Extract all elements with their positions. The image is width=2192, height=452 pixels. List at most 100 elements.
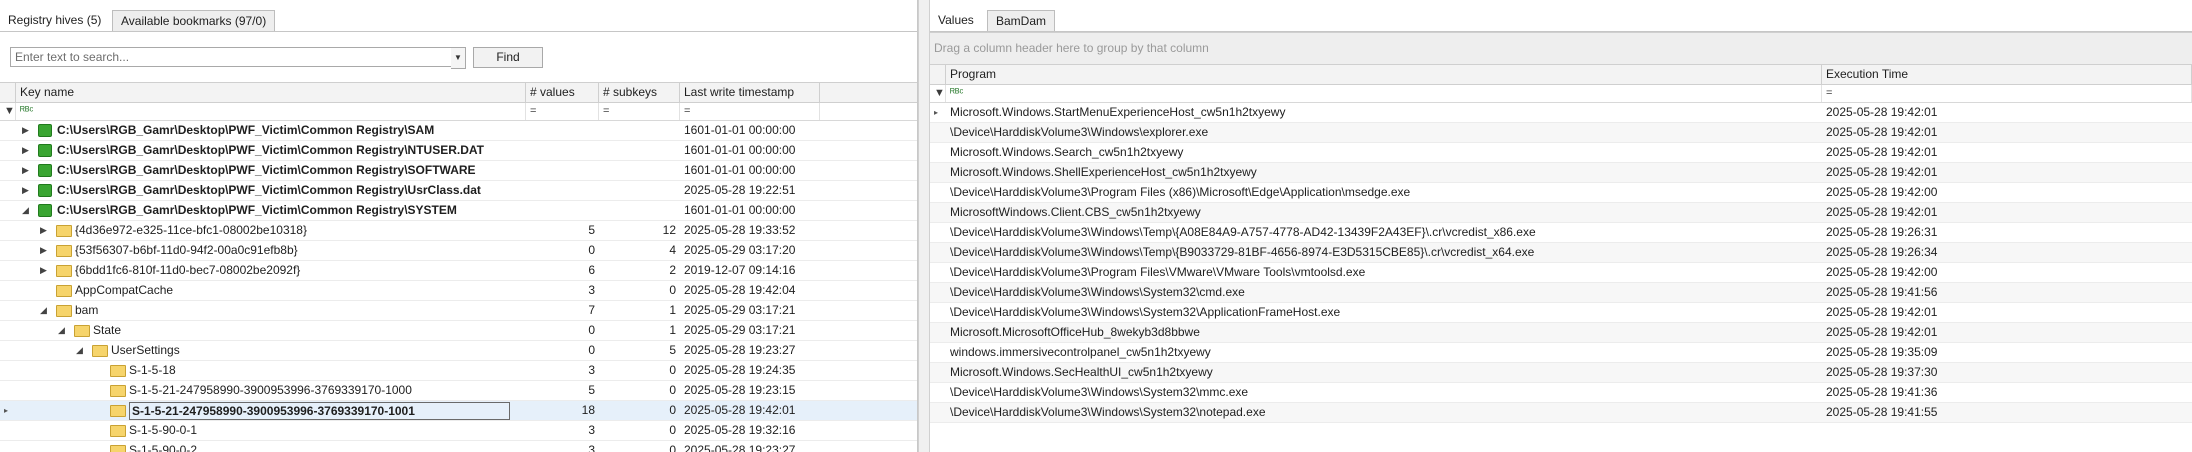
- bamdam-row[interactable]: Microsoft.Windows.Search_cw5n1h2txyewy 20…: [930, 143, 2192, 163]
- expand-icon[interactable]: ▶: [40, 241, 47, 260]
- registry-key-row[interactable]: S-1-5-21-247958990-3900953996-3769339170…: [0, 381, 917, 401]
- collapse-icon[interactable]: ◢: [22, 201, 29, 220]
- program-path: Microsoft.Windows.ShellExperienceHost_cw…: [950, 165, 1257, 179]
- program-path: \Device\HarddiskVolume3\Windows\System32…: [950, 405, 1266, 419]
- execution-time: 2025-05-28 19:42:01: [1826, 105, 1938, 119]
- key-name: {53f56307-b6bf-11d0-94f2-00a0c91efb8b}: [75, 243, 298, 257]
- registry-hive-row[interactable]: ▶ C:\Users\RGB_Gamr\Desktop\PWF_Victim\Co…: [0, 161, 917, 181]
- tab-available-bookmarks[interactable]: Available bookmarks (97/0): [112, 10, 276, 32]
- bamdam-row[interactable]: \Device\HarddiskVolume3\Windows\System32…: [930, 303, 2192, 323]
- filter-key-name[interactable]: ᴿᴮᶜ: [16, 103, 526, 120]
- bamdam-row[interactable]: \Device\HarddiskVolume3\Program Files (x…: [930, 183, 2192, 203]
- values-count: [526, 201, 599, 220]
- row-indicator-icon: ▸: [934, 108, 939, 117]
- filter-execution-time[interactable]: =: [1822, 85, 2192, 102]
- key-name: UserSettings: [111, 343, 180, 357]
- filter-program[interactable]: ᴿᴮᶜ: [946, 85, 1822, 102]
- subkeys-count: [599, 121, 680, 140]
- bamdam-row[interactable]: \Device\HarddiskVolume3\Windows\System32…: [930, 283, 2192, 303]
- registry-hive-row[interactable]: ▶ C:\Users\RGB_Gamr\Desktop\PWF_Victim\Co…: [0, 181, 917, 201]
- bamdam-row[interactable]: Microsoft.MicrosoftOfficeHub_8wekyb3d8bb…: [930, 323, 2192, 343]
- registry-key-row[interactable]: ▶ {4d36e972-e325-11ce-bfc1-08002be10318} 5…: [0, 221, 917, 241]
- bamdam-row[interactable]: \Device\HarddiskVolume3\Program Files\VM…: [930, 263, 2192, 283]
- registry-key-row[interactable]: ◢ UserSettings 0 5 2025-05-28 19:23:27: [0, 341, 917, 361]
- tab-values[interactable]: Values: [930, 10, 982, 31]
- expand-icon[interactable]: ▶: [40, 221, 47, 240]
- subkeys-count: 0: [669, 403, 676, 417]
- registry-rows: ▶ C:\Users\RGB_Gamr\Desktop\PWF_Victim\Co…: [0, 121, 917, 452]
- bamdam-row[interactable]: \Device\HarddiskVolume3\Windows\Temp\{A0…: [930, 223, 2192, 243]
- col-values[interactable]: # values: [526, 83, 599, 102]
- expand-icon[interactable]: ▶: [22, 121, 29, 140]
- left-tab-strip: Registry hives (5) Available bookmarks (…: [0, 0, 917, 32]
- registry-key-row[interactable]: ▶ {6bdd1fc6-810f-11d0-bec7-08002be2092f} 6…: [0, 261, 917, 281]
- values-count: 0: [588, 323, 595, 337]
- program-path: \Device\HarddiskVolume3\Windows\System32…: [950, 285, 1245, 299]
- registry-key-row[interactable]: ▸ S-1-5-21-247958990-3900953996-376933917…: [0, 401, 917, 421]
- search-bar: ▼ Find: [0, 32, 917, 69]
- col-subkeys[interactable]: # subkeys: [599, 83, 680, 102]
- group-by-panel[interactable]: Drag a column header here to group by th…: [930, 32, 2192, 65]
- collapse-icon[interactable]: ◢: [58, 321, 65, 340]
- values-count: 0: [588, 243, 595, 257]
- bamdam-grid: Program Execution Time ▼ ᴿᴮᶜ = ▸ Microsof…: [930, 64, 2192, 423]
- registry-key-row[interactable]: ◢ bam 7 1 2025-05-29 03:17:21: [0, 301, 917, 321]
- registry-hive-row[interactable]: ▶ C:\Users\RGB_Gamr\Desktop\PWF_Victim\Co…: [0, 141, 917, 161]
- last-write-timestamp: 1601-01-01 00:00:00: [684, 203, 796, 217]
- key-name: S-1-5-21-247958990-3900953996-3769339170…: [129, 402, 510, 420]
- values-count: 5: [588, 223, 595, 237]
- values-count: 6: [588, 263, 595, 277]
- bamdam-row[interactable]: \Device\HarddiskVolume3\Windows\System32…: [930, 403, 2192, 423]
- program-path: \Device\HarddiskVolume3\Windows\Temp\{A0…: [950, 225, 1536, 239]
- registry-key-row[interactable]: ◢ State 0 1 2025-05-29 03:17:21: [0, 321, 917, 341]
- pane-splitter[interactable]: [918, 0, 930, 452]
- registry-key-row[interactable]: S-1-5-18 3 0 2025-05-28 19:24:35: [0, 361, 917, 381]
- values-count: 5: [588, 383, 595, 397]
- bamdam-row[interactable]: ▸ Microsoft.Windows.StartMenuExperienceHo…: [930, 103, 2192, 123]
- registry-hive-row[interactable]: ▶ C:\Users\RGB_Gamr\Desktop\PWF_Victim\Co…: [0, 121, 917, 141]
- expand-icon[interactable]: ▶: [22, 141, 29, 160]
- execution-time: 2025-05-28 19:42:00: [1826, 185, 1938, 199]
- filter-values[interactable]: =: [526, 103, 599, 120]
- bamdam-row[interactable]: Microsoft.Windows.ShellExperienceHost_cw…: [930, 163, 2192, 183]
- expand-icon[interactable]: ▶: [22, 161, 29, 180]
- program-path: \Device\HarddiskVolume3\Windows\explorer…: [950, 125, 1209, 139]
- key-name: AppCompatCache: [75, 283, 174, 297]
- bamdam-row[interactable]: windows.immersivecontrolpanel_cw5n1h2txy…: [930, 343, 2192, 363]
- values-count: 3: [588, 283, 595, 297]
- search-input[interactable]: [10, 47, 460, 67]
- hive-icon: [38, 164, 52, 177]
- expand-icon[interactable]: ▶: [22, 181, 29, 200]
- folder-icon: [74, 325, 90, 337]
- registry-key-row[interactable]: S-1-5-90-0-1 3 0 2025-05-28 19:32:16: [0, 421, 917, 441]
- bamdam-row[interactable]: \Device\HarddiskVolume3\Windows\System32…: [930, 383, 2192, 403]
- col-execution-time[interactable]: Execution Time: [1822, 65, 2192, 84]
- filter-last-write[interactable]: =: [680, 103, 820, 120]
- bamdam-row[interactable]: Microsoft.Windows.SecHealthUI_cw5n1h2txy…: [930, 363, 2192, 383]
- bamdam-row[interactable]: MicrosoftWindows.Client.CBS_cw5n1h2txyew…: [930, 203, 2192, 223]
- values-count: 3: [588, 363, 595, 377]
- registry-key-row[interactable]: ▶ {53f56307-b6bf-11d0-94f2-00a0c91efb8b} 0…: [0, 241, 917, 261]
- col-program[interactable]: Program: [946, 65, 1822, 84]
- col-last-write[interactable]: Last write timestamp: [680, 83, 820, 102]
- collapse-icon[interactable]: ◢: [40, 301, 47, 320]
- key-name: {4d36e972-e325-11ce-bfc1-08002be10318}: [75, 223, 307, 237]
- filter-subkeys[interactable]: =: [599, 103, 680, 120]
- bamdam-row[interactable]: \Device\HarddiskVolume3\Windows\explorer…: [930, 123, 2192, 143]
- last-write-timestamp: 2025-05-28 19:23:27: [684, 343, 796, 357]
- expand-icon[interactable]: ▶: [40, 261, 47, 280]
- registry-hive-row[interactable]: ◢ C:\Users\RGB_Gamr\Desktop\PWF_Victim\Co…: [0, 201, 917, 221]
- search-history-dropdown[interactable]: ▼: [451, 47, 466, 69]
- key-name: S-1-5-21-247958990-3900953996-3769339170…: [129, 383, 412, 397]
- collapse-icon[interactable]: ◢: [76, 341, 83, 360]
- key-name: C:\Users\RGB_Gamr\Desktop\PWF_Victim\Com…: [57, 123, 435, 137]
- key-name: S-1-5-18: [129, 363, 176, 377]
- registry-key-row[interactable]: AppCompatCache 3 0 2025-05-28 19:42:04: [0, 281, 917, 301]
- tab-bamdam[interactable]: BamDam: [987, 10, 1056, 32]
- key-name: C:\Users\RGB_Gamr\Desktop\PWF_Victim\Com…: [57, 183, 481, 197]
- bamdam-row[interactable]: \Device\HarddiskVolume3\Windows\Temp\{B9…: [930, 243, 2192, 263]
- col-key-name[interactable]: Key name: [16, 83, 526, 102]
- registry-key-row[interactable]: S-1-5-90-0-2 3 0 2025-05-28 19:23:27: [0, 441, 917, 452]
- find-button[interactable]: Find: [473, 47, 543, 68]
- tab-registry-hives[interactable]: Registry hives (5): [0, 10, 109, 31]
